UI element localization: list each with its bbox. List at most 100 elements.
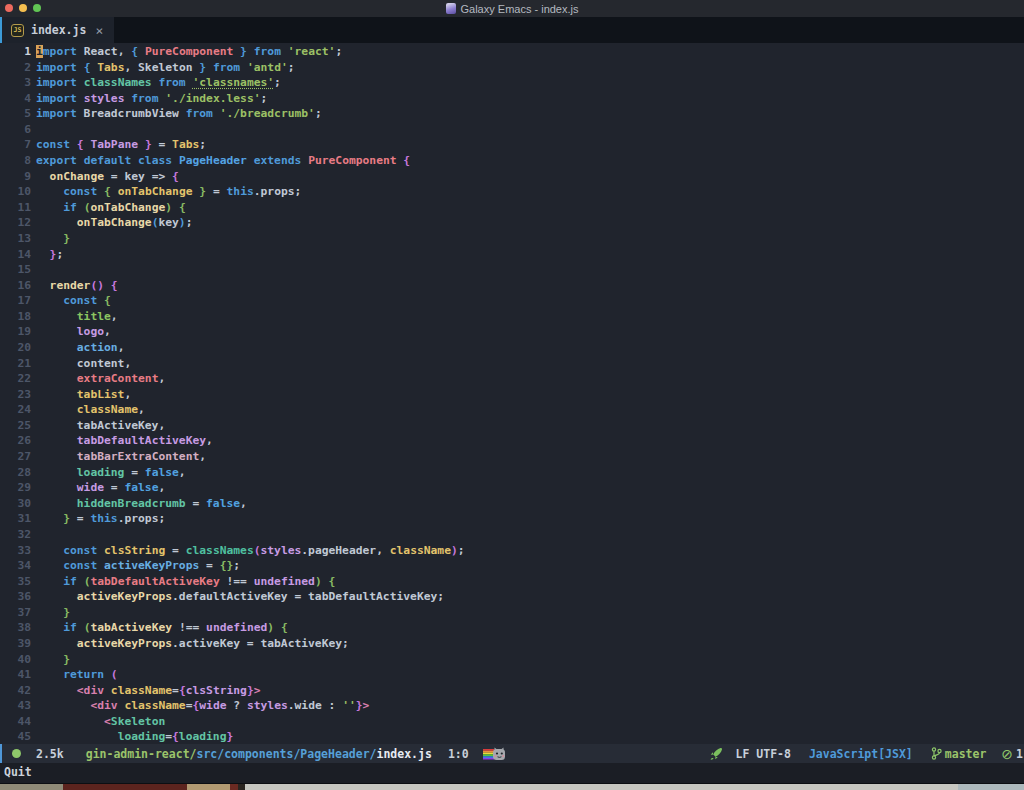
line-number: 25 — [0, 418, 31, 434]
line-number: 6 — [0, 122, 31, 138]
code-line[interactable]: 25 tabActiveKey, — [0, 418, 1024, 434]
wallpaper-segment — [0, 784, 63, 790]
code-line[interactable]: 43 <div className={wide ? styles.wide : … — [0, 698, 1024, 714]
line-number: 2 — [0, 60, 31, 76]
wallpaper-segment — [187, 784, 230, 790]
code-line[interactable]: 23 tabList, — [0, 387, 1024, 403]
code-line[interactable]: 26 tabDefaultActiveKey, — [0, 433, 1024, 449]
code-line[interactable]: 8export default class PageHeader extends… — [0, 153, 1024, 169]
code-line[interactable]: 18 title, — [0, 309, 1024, 325]
code-line[interactable]: 44 <Skeleton — [0, 714, 1024, 730]
line-number: 42 — [0, 683, 31, 699]
line-number: 16 — [0, 278, 31, 294]
code-line[interactable]: 35 if (tabDefaultActiveKey !== undefined… — [0, 574, 1024, 590]
line-number: 34 — [0, 558, 31, 574]
code-line[interactable]: 6 — [0, 122, 1024, 138]
code-line[interactable]: 37 } — [0, 605, 1024, 621]
code-text: import React, { PureComponent } from 're… — [36, 44, 342, 60]
code-line[interactable]: 14 }; — [0, 247, 1024, 263]
line-number: 21 — [0, 356, 31, 372]
major-mode[interactable]: JavaScript[JSX] — [809, 747, 913, 761]
buffer-size: 2.5k — [36, 747, 64, 761]
circle-slash-icon: ⊘ — [1001, 746, 1013, 762]
titlebar: Galaxy Emacs - index.js — [0, 0, 1024, 17]
line-number: 32 — [0, 527, 31, 543]
code-line[interactable]: 9 onChange = key => { — [0, 169, 1024, 185]
code-text: render() { — [36, 278, 118, 294]
code-line[interactable]: 5import BreadcrumbView from './breadcrum… — [0, 106, 1024, 122]
tab-label: index.js — [31, 23, 86, 37]
line-number: 24 — [0, 402, 31, 418]
code-line[interactable]: 38 if (tabActiveKey !== undefined) { — [0, 620, 1024, 636]
code-text: export default class PageHeader extends … — [36, 153, 410, 169]
tab-bar: JS index.js × — [0, 17, 1024, 43]
code-text: tabBarExtraContent, — [36, 449, 206, 465]
code-text: activeKeyProps.defaultActiveKey = tabDef… — [36, 589, 444, 605]
code-line[interactable]: 20 action, — [0, 340, 1024, 356]
line-number: 3 — [0, 75, 31, 91]
line-number: 9 — [0, 169, 31, 185]
code-line[interactable]: 33 const clsString = classNames(styles.p… — [0, 543, 1024, 559]
tab-close-icon[interactable]: × — [95, 23, 103, 38]
code-text: import styles from './index.less'; — [36, 91, 267, 107]
tab-index-js[interactable]: JS index.js × — [2, 17, 114, 43]
code-line[interactable]: 19 logo, — [0, 324, 1024, 340]
code-line[interactable]: 45 loading={loading} — [0, 729, 1024, 745]
code-line[interactable]: 22 extraContent, — [0, 371, 1024, 387]
flycheck-status[interactable]: ⊘ 1 — [1001, 746, 1023, 762]
code-text: onChange = key => { — [36, 169, 179, 185]
code-line[interactable]: 4import styles from './index.less'; — [0, 91, 1024, 107]
line-number: 29 — [0, 480, 31, 496]
code-line[interactable]: 36 activeKeyProps.defaultActiveKey = tab… — [0, 589, 1024, 605]
code-text: } = this.props; — [36, 511, 165, 527]
nyan-cat-progress-icon — [483, 747, 506, 761]
code-line[interactable]: 32 — [0, 527, 1024, 543]
code-line[interactable]: 28 loading = false, — [0, 465, 1024, 481]
code-line[interactable]: 15 — [0, 262, 1024, 278]
code-text: const { onTabChange } = this.props; — [36, 184, 301, 200]
code-text: hiddenBreadcrumb = false, — [36, 496, 247, 512]
code-line[interactable]: 13 } — [0, 231, 1024, 247]
eol-encoding: LF UTF-8 — [736, 747, 791, 761]
code-editor[interactable]: 1 import React, { PureComponent } from 'r… — [0, 43, 1024, 744]
code-line[interactable]: 34 const activeKeyProps = {}; — [0, 558, 1024, 574]
code-line[interactable]: 41 return ( — [0, 667, 1024, 683]
line-number: 14 — [0, 247, 31, 263]
code-line[interactable]: 30 hiddenBreadcrumb = false, — [0, 496, 1024, 512]
code-line[interactable]: 39 activeKeyProps.activeKey = tabActiveK… — [0, 636, 1024, 652]
code-text: extraContent, — [36, 371, 165, 387]
echo-area: Quit — [0, 763, 1024, 783]
code-line[interactable]: 16 render() { — [0, 278, 1024, 294]
line-number: 43 — [0, 698, 31, 714]
rocket-icon — [709, 747, 723, 761]
code-line[interactable]: 29 wide = false, — [0, 480, 1024, 496]
code-line[interactable]: 42 <div className={clsString}> — [0, 683, 1024, 699]
code-text: <div className={wide ? styles.wide : ''}… — [36, 698, 369, 714]
git-branch[interactable]: master — [931, 747, 987, 761]
code-line[interactable]: 27 tabBarExtraContent, — [0, 449, 1024, 465]
code-text: title, — [36, 309, 118, 325]
code-line[interactable]: 10 const { onTabChange } = this.props; — [0, 184, 1024, 200]
code-line[interactable]: 3import classNames from 'classnames'; — [0, 75, 1024, 91]
code-text: className, — [36, 402, 145, 418]
line-number: 30 — [0, 496, 31, 512]
javascript-file-icon: JS — [11, 24, 24, 37]
wallpaper-segment — [63, 784, 187, 790]
line-number: 41 — [0, 667, 31, 683]
code-line[interactable]: 31 } = this.props; — [0, 511, 1024, 527]
line-number: 15 — [0, 262, 31, 278]
code-line[interactable]: 40 } — [0, 652, 1024, 668]
issue-count: 1 — [1016, 747, 1023, 761]
code-line[interactable]: 24 className, — [0, 402, 1024, 418]
code-line[interactable]: 12 onTabChange(key); — [0, 215, 1024, 231]
code-line[interactable]: 17 const { — [0, 293, 1024, 309]
code-line[interactable]: 7const { TabPane } = Tabs; — [0, 137, 1024, 153]
code-text: if (tabDefaultActiveKey !== undefined) { — [36, 574, 335, 590]
code-text: logo, — [36, 324, 111, 340]
code-line[interactable]: 2import { Tabs, Skeleton } from 'antd'; — [0, 60, 1024, 76]
code-line[interactable]: 1 import React, { PureComponent } from 'r… — [0, 44, 1024, 60]
line-number: 1 — [0, 44, 31, 60]
code-text: action, — [36, 340, 124, 356]
code-line[interactable]: 11 if (onTabChange) { — [0, 200, 1024, 216]
code-line[interactable]: 21 content, — [0, 356, 1024, 372]
